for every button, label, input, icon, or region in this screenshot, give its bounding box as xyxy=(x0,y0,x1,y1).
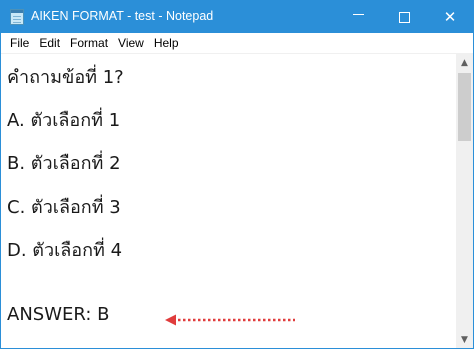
maximize-button[interactable] xyxy=(381,1,427,33)
close-button[interactable]: ✕ xyxy=(427,1,473,33)
minimize-button[interactable] xyxy=(335,1,381,33)
scroll-down-button[interactable]: ▼ xyxy=(456,331,473,348)
option-a-line: A. ตัวเลือกที่ 1 xyxy=(7,110,121,131)
scroll-thumb[interactable] xyxy=(458,73,471,141)
window-title: AIKEN FORMAT - test - Notepad xyxy=(31,9,214,23)
menu-file[interactable]: File xyxy=(5,33,34,53)
chevron-up-icon: ▲ xyxy=(461,57,468,68)
chevron-down-icon: ▼ xyxy=(461,334,468,345)
minimize-icon xyxy=(352,13,364,15)
menu-help[interactable]: Help xyxy=(149,33,184,53)
option-b-line: B. ตัวเลือกที่ 2 xyxy=(7,153,121,174)
option-d-line: D. ตัวเลือกที่ 4 xyxy=(7,240,123,261)
notepad-window: AIKEN FORMAT - test - Notepad ✕ File Edi… xyxy=(0,0,474,349)
vertical-scrollbar[interactable]: ▲ ▼ xyxy=(456,54,473,348)
option-c-line: C. ตัวเลือกที่ 3 xyxy=(7,197,121,218)
text-editor[interactable]: คำถามข้อที่ 1? A. ตัวเลือกที่ 1 B. ตัวเล… xyxy=(1,54,456,348)
title-bar[interactable]: AIKEN FORMAT - test - Notepad ✕ xyxy=(1,1,473,33)
dotted-left-arrow-icon xyxy=(165,314,295,326)
maximize-icon xyxy=(398,11,410,23)
menu-view[interactable]: View xyxy=(113,33,149,53)
notepad-app-icon[interactable] xyxy=(10,9,24,25)
menu-edit[interactable]: Edit xyxy=(34,33,65,53)
scroll-up-button[interactable]: ▲ xyxy=(456,54,473,71)
menu-bar: File Edit Format View Help xyxy=(1,33,473,54)
answer-line: ANSWER: B xyxy=(7,304,110,325)
close-icon: ✕ xyxy=(443,7,457,26)
menu-format[interactable]: Format xyxy=(65,33,113,53)
question-line: คำถามข้อที่ 1? xyxy=(7,67,124,88)
